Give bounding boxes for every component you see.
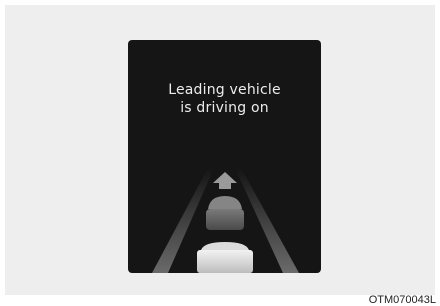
cluster-display: Leading vehicle is driving on (128, 40, 321, 273)
figure-code: OTM070043L (368, 294, 436, 306)
up-arrow-icon (213, 172, 237, 189)
leading-vehicle-icon (206, 196, 244, 230)
driving-scene (152, 168, 299, 273)
own-vehicle-icon (197, 242, 253, 273)
